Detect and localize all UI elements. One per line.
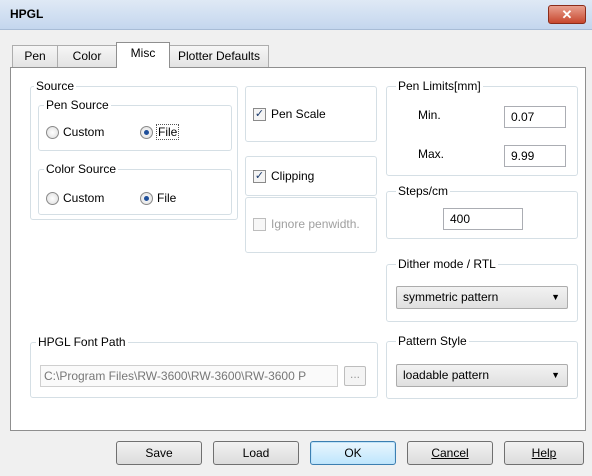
- pen-source-file-label[interactable]: File: [156, 124, 180, 140]
- cancel-button[interactable]: Cancel: [407, 441, 493, 465]
- pen-min-input[interactable]: 0.07: [504, 106, 566, 128]
- title-bar: [0, 0, 592, 30]
- pen-min-label: Min.: [418, 108, 441, 122]
- font-path-browse-button[interactable]: ...: [344, 366, 366, 386]
- color-source-file-radio[interactable]: [140, 192, 153, 205]
- dither-label: Dither mode / RTL: [396, 257, 498, 271]
- tab-misc[interactable]: Misc: [116, 42, 170, 68]
- save-button[interactable]: Save: [116, 441, 202, 465]
- dither-selected-value: symmetric pattern: [403, 290, 499, 304]
- clipping-checkbox[interactable]: ✓: [253, 170, 266, 183]
- color-source-custom-radio[interactable]: [46, 192, 59, 205]
- check-icon: ✓: [254, 108, 265, 120]
- close-button[interactable]: ✕: [548, 5, 586, 24]
- pen-limits-label: Pen Limits[mm]: [396, 79, 483, 93]
- pattern-style-select[interactable]: loadable pattern ▼: [396, 364, 568, 387]
- dither-select[interactable]: symmetric pattern ▼: [396, 286, 568, 309]
- close-icon: ✕: [561, 7, 573, 22]
- pen-source-custom-label[interactable]: Custom: [63, 125, 104, 139]
- color-source-custom-label[interactable]: Custom: [63, 191, 104, 205]
- pen-source-custom-radio[interactable]: [46, 126, 59, 139]
- color-source-label: Color Source: [44, 162, 119, 176]
- window-title: HPGL: [10, 7, 44, 21]
- cancel-button-label: Cancel: [431, 446, 469, 460]
- pen-max-input[interactable]: 9.99: [504, 145, 566, 167]
- steps-label: Steps/cm: [396, 184, 451, 198]
- ignore-penwidth-checkbox[interactable]: [253, 218, 266, 231]
- pen-scale-label[interactable]: Pen Scale: [271, 107, 326, 121]
- pen-max-label: Max.: [418, 147, 445, 161]
- source-label: Source: [34, 79, 77, 93]
- font-path-input[interactable]: C:\Program Files\RW-3600\RW-3600\RW-3600…: [40, 365, 338, 387]
- ignore-penwidth-label[interactable]: Ignore penwidth.: [271, 217, 360, 231]
- tab-pen[interactable]: Pen: [12, 45, 58, 67]
- color-source-file-label[interactable]: File: [157, 191, 176, 205]
- steps-input[interactable]: 400: [443, 208, 523, 230]
- check-icon: ✓: [254, 170, 265, 182]
- help-button[interactable]: Help: [504, 441, 584, 465]
- tab-plotter-defaults[interactable]: Plotter Defaults: [169, 45, 269, 67]
- pattern-style-label: Pattern Style: [396, 334, 469, 348]
- pen-scale-checkbox[interactable]: ✓: [253, 108, 266, 121]
- chevron-down-icon: ▼: [551, 370, 560, 380]
- pen-source-file-radio[interactable]: [140, 126, 153, 139]
- pattern-style-selected-value: loadable pattern: [403, 368, 490, 382]
- tab-color[interactable]: Color: [57, 45, 117, 67]
- ok-button[interactable]: OK: [310, 441, 396, 465]
- pen-source-label: Pen Source: [44, 98, 111, 112]
- clipping-label[interactable]: Clipping: [271, 169, 314, 183]
- font-path-label: HPGL Font Path: [36, 335, 128, 349]
- load-button[interactable]: Load: [213, 441, 299, 465]
- help-button-label: Help: [531, 446, 557, 460]
- chevron-down-icon: ▼: [551, 292, 560, 302]
